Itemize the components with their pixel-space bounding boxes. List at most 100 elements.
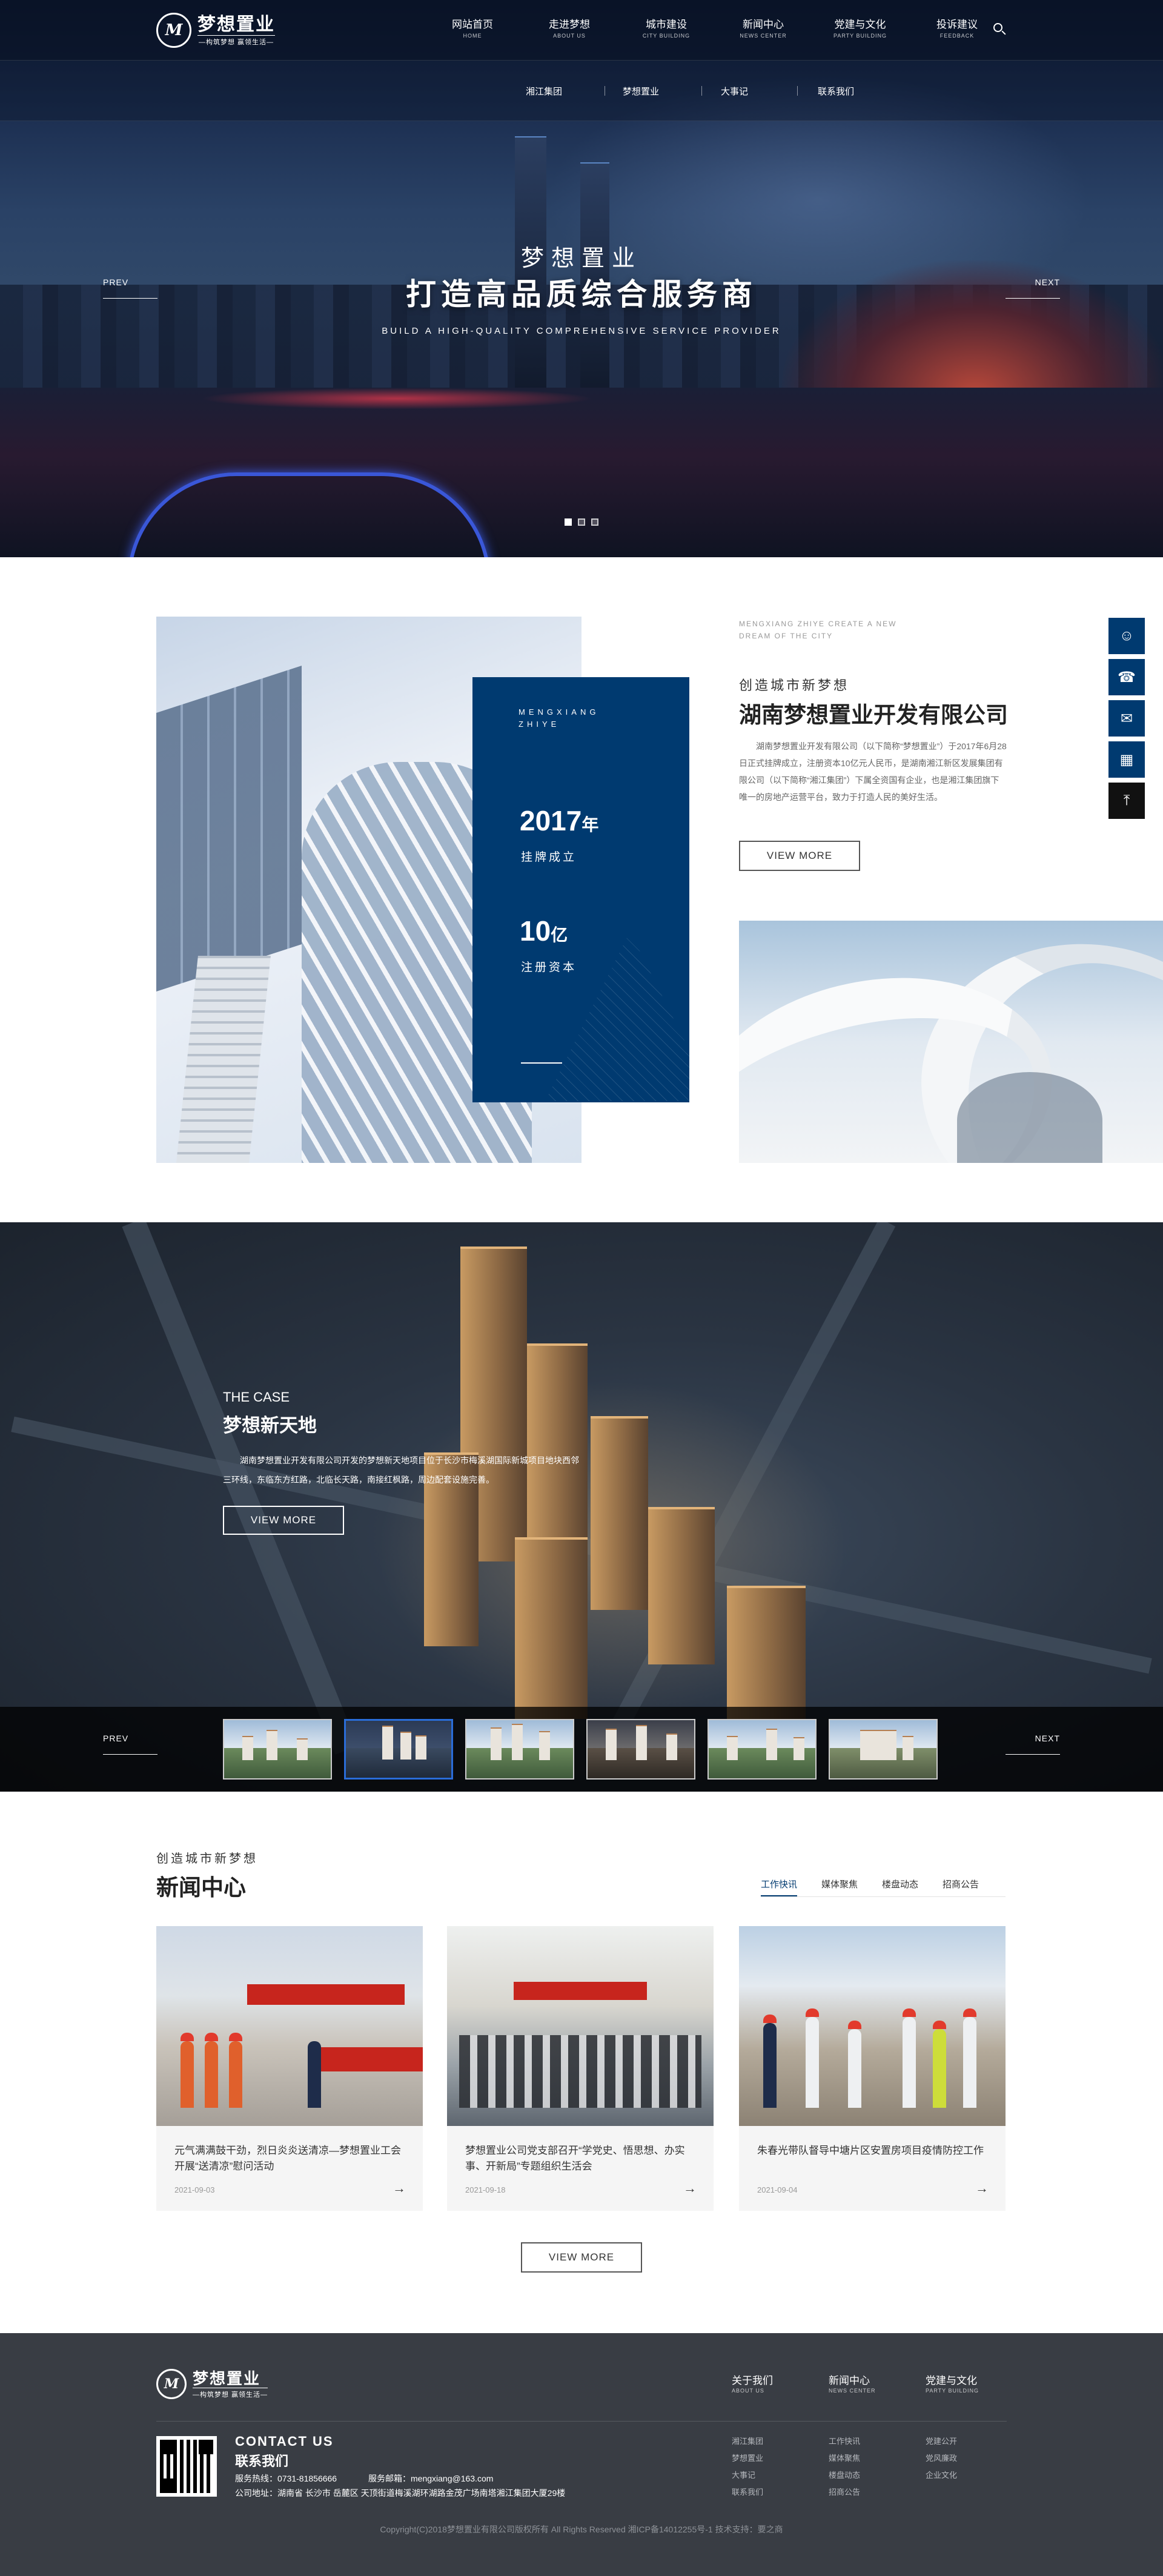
case-thumbnail[interactable] [223,1719,332,1780]
footer-col-news[interactable]: 新闻中心 NEWS CENTER [829,2374,876,2394]
hero-dot-3[interactable] [591,518,598,526]
logo-tagline: —构筑梦想 赢领生活— [193,2387,268,2399]
subnav-divider [701,86,702,96]
subnav-item-contact[interactable]: 联系我们 [818,85,854,98]
case-thumbnail[interactable] [829,1719,938,1780]
footer-logo[interactable]: M 梦想置业 —构筑梦想 赢领生活— [156,2367,268,2401]
stat-capital-label: 注册资本 [521,961,577,974]
news-title[interactable]: 梦想置业公司党支部召开“学党史、悟思想、办实事、开新局”专题组织生活会 [465,2143,695,2174]
footer-link[interactable]: 党建公开 [926,2435,957,2446]
footer-col-party[interactable]: 党建与文化 PARTY BUILDING [926,2374,979,2394]
stat-year-label: 挂牌成立 [521,851,577,864]
hero-prev-button[interactable]: PREV [103,277,157,299]
search-icon[interactable] [992,22,1008,38]
tab-property-news[interactable]: 楼盘动态 [882,1878,918,1896]
about-en-tagline: MENGXIANG ZHIYE CREATE A NEW DREAM OF TH… [739,620,897,640]
footer-divider [156,2421,1007,2422]
stat-year: 2017年 [520,805,599,836]
case-tower [515,1537,588,1719]
logo-text: 梦想置业 —构筑梦想 赢领生活— [197,15,275,47]
hero-subtitle-en: BUILD A HIGH-QUALITY COMPREHENSIVE SERVI… [382,326,781,336]
case-thumbnail[interactable] [586,1719,695,1780]
subnav-item-group[interactable]: 湘江集团 [526,85,562,98]
news-card[interactable]: 梦想置业公司党支部召开“学党史、悟思想、办实事、开新局”专题组织生活会 2021… [447,1926,714,2211]
case-prev-button[interactable]: PREV [103,1733,157,1755]
hero-pagination [565,518,598,526]
nav-item-home[interactable]: 网站首页 HOME [424,18,521,40]
about-stats-card: MENGXIANG ZHIYE 2017年 挂牌成立 10亿 注册资本 [472,677,689,1102]
footer-link[interactable]: 大事记 [732,2469,755,2480]
news-tabs-divider [761,1896,1006,1897]
news-title[interactable]: 朱春光带队督导中塘片区安置房项目疫情防控工作 [757,2143,987,2159]
nav-label: 走进梦想 [549,19,590,30]
hero-next-button[interactable]: NEXT [1006,277,1060,299]
nav-item-city-building[interactable]: 城市建设 CITY BUILDING [618,18,715,40]
footer-link[interactable]: 招商公告 [829,2486,860,2497]
logo-mark-icon: M [156,2369,187,2399]
footer-link[interactable]: 湘江集团 [732,2435,763,2446]
qrcode-icon[interactable]: ▦ [1108,741,1145,778]
qrcode-image [156,2436,217,2497]
case-thumbnail-strip [0,1707,1163,1792]
news-card[interactable]: 元气满满鼓干劲，烈日炎炎送清凉—梦想置业工会开展“送清凉”慰问活动 2021-0… [156,1926,423,2211]
news-view-more-button[interactable]: VIEW MORE [521,2242,642,2273]
nav-item-feedback[interactable]: 投诉建议 FEEDBACK [909,18,1006,40]
sub-navigation-bar: 湘江集团 梦想置业 大事记 联系我们 [0,61,1163,121]
nav-item-about[interactable]: 走进梦想 ABOUT US [521,18,618,40]
nav-label: 网站首页 [452,19,493,30]
footer-copyright: Copyright(C)2018梦想置业有限公司版权所有 All Rights … [380,2525,783,2534]
case-thumbnail-active[interactable] [344,1719,453,1780]
footer-link[interactable]: 楼盘动态 [829,2469,860,2480]
nav-label-en: NEWS CENTER [740,33,787,39]
phone-icon[interactable]: ☎ [1108,659,1145,695]
chat-icon[interactable]: ✉ [1108,700,1145,737]
arrow-right-icon[interactable]: → [975,2180,989,2196]
case-tower [648,1507,715,1664]
arrow-right-icon[interactable]: → [393,2180,406,2196]
news-photo [447,1926,714,2126]
footer-col-title: 新闻中心 [829,2375,870,2386]
hero-title-small: 梦想置业 [520,246,642,271]
arrow-right-icon[interactable]: → [683,2180,697,2196]
nav-label-en: FEEDBACK [939,33,975,39]
about-view-more-button[interactable]: VIEW MORE [739,841,860,871]
case-view-more-button[interactable]: VIEW MORE [223,1506,344,1535]
case-next-button[interactable]: NEXT [1006,1733,1060,1755]
tab-media-focus[interactable]: 媒体聚焦 [821,1878,858,1896]
case-tower [727,1586,806,1719]
subnav-item-events[interactable]: 大事记 [721,85,748,98]
footer-link[interactable]: 媒体聚焦 [829,2452,860,2463]
footer-link[interactable]: 企业文化 [926,2469,957,2480]
logo-text: 梦想置业 —构筑梦想 赢领生活— [193,2369,268,2399]
news-tabs: 工作快讯 媒体聚焦 楼盘动态 招商公告 [761,1878,1003,1896]
top-navigation-bar: M 梦想置业 —构筑梦想 赢领生活— 网站首页 HOME 走进梦想 ABOUT … [0,0,1163,61]
qq-icon[interactable]: ☺ [1108,618,1145,654]
news-photo [156,1926,423,2126]
footer-link[interactable]: 梦想置业 [732,2452,763,2463]
footer-col-title: 党建与文化 [926,2375,977,2386]
tab-work-news[interactable]: 工作快讯 [761,1878,798,1896]
site-logo[interactable]: M 梦想置业 —构筑梦想 赢领生活— [156,13,275,48]
hero-dot-2[interactable] [578,518,585,526]
footer-col-about[interactable]: 关于我们 ABOUT US [732,2374,773,2394]
footer-link[interactable]: 工作快讯 [829,2435,860,2446]
news-card[interactable]: 朱春光带队督导中塘片区安置房项目疫情防控工作 2021-09-04 → [739,1926,1006,2211]
nav-item-news[interactable]: 新闻中心 NEWS CENTER [715,18,812,40]
nav-item-party[interactable]: 党建与文化 PARTY BUILDING [812,18,909,40]
footer-link[interactable]: 联系我们 [732,2486,763,2497]
nav-label-en: PARTY BUILDING [833,33,887,39]
tab-tender-notice[interactable]: 招商公告 [943,1878,979,1896]
news-date: 2021-09-18 [465,2185,506,2194]
case-tower [591,1416,648,1610]
footer-link[interactable]: 党风廉政 [926,2452,957,2463]
nav-label: 党建与文化 [834,19,886,30]
news-title[interactable]: 元气满满鼓干劲，烈日炎炎送清凉—梦想置业工会开展“送清凉”慰问活动 [174,2143,405,2174]
hero-red-lights [200,388,594,409]
back-to-top-icon[interactable]: ⤒ [1108,783,1145,819]
hero-dot-1[interactable] [565,518,572,526]
case-thumbnail[interactable] [707,1719,817,1780]
case-thumbnail[interactable] [465,1719,574,1780]
footer-col-en: ABOUT US [732,2388,764,2394]
contact-title: 联系我们 [235,2454,289,2469]
subnav-item-company[interactable]: 梦想置业 [623,85,659,98]
